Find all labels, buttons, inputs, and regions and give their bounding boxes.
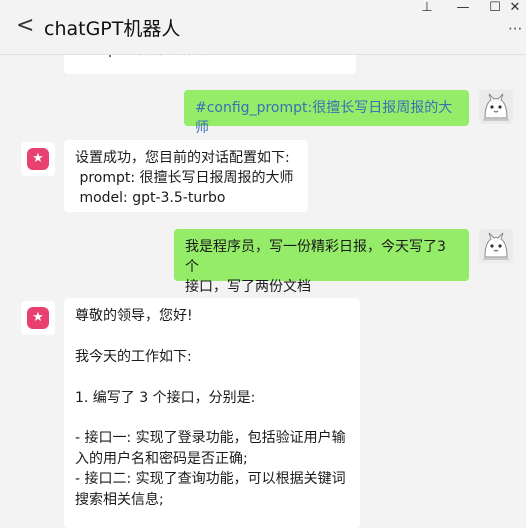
close-icon[interactable]: ✕	[504, 0, 526, 18]
user-message-bubble[interactable]: 我是程序员，写一份精彩日报，今天写了3个 接口，写了两份文档	[174, 229, 469, 295]
user-avatar[interactable]	[479, 90, 513, 124]
cat-avatar-icon	[479, 90, 513, 124]
back-chevron-icon[interactable]: <	[16, 12, 34, 40]
chat-message-area[interactable]: #help 查看所有指令 #config_prompt:很擅长写日报周报的大师 …	[0, 0, 526, 528]
minimize-icon[interactable]: —	[448, 0, 478, 18]
chat-header: < chatGPT机器人 ⊥ — ☐ ✕ ···	[0, 0, 526, 55]
chat-title: chatGPT机器人	[44, 18, 181, 40]
user-message-bubble[interactable]: #config_prompt:很擅长写日报周报的大师	[184, 90, 469, 136]
pin-icon[interactable]: ⊥	[412, 0, 442, 18]
user-avatar[interactable]	[479, 229, 513, 263]
bot-message-bubble[interactable]: 设置成功，您目前的对话配置如下: prompt: 很擅长写日报周报的大师 mod…	[64, 140, 308, 212]
star-icon: ★	[27, 148, 49, 170]
bot-avatar[interactable]: ★	[21, 142, 55, 176]
bot-message-bubble[interactable]: 尊敬的领导，您好! 我今天的工作如下: 1. 编写了 3 个接口，分别是: - …	[64, 298, 360, 528]
cat-avatar-icon	[479, 229, 513, 263]
star-icon: ★	[27, 307, 49, 329]
bot-avatar[interactable]: ★	[21, 301, 55, 335]
more-options-icon[interactable]: ···	[508, 20, 522, 38]
